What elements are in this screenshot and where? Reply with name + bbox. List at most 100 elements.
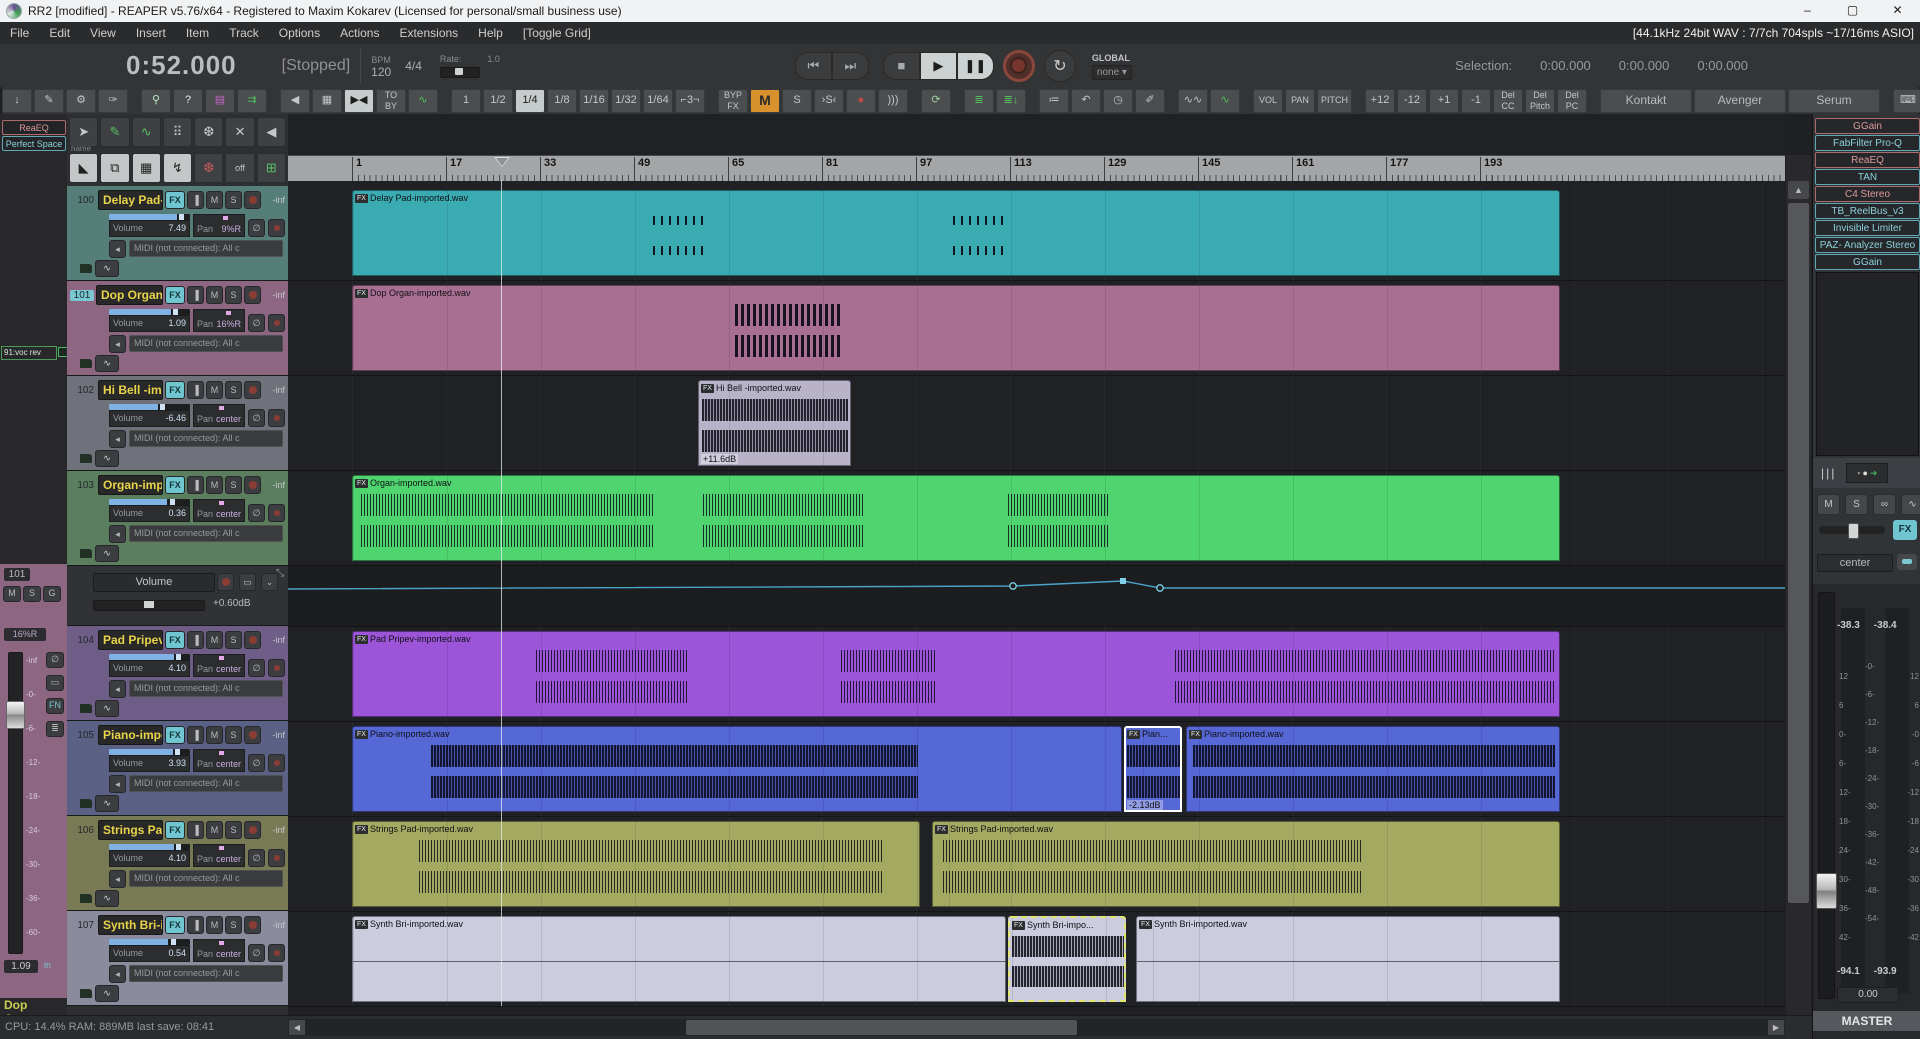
draw-pencil-icon[interactable]: ✎ [100,117,130,147]
item-list-icon[interactable]: ≔ [1039,88,1069,113]
arrange-row-track-101[interactable]: FX Dop Organ-imported.wav [288,281,1785,376]
strip-s-button[interactable]: S [23,586,41,602]
reverb-send-label[interactable]: 91:voc rev [1,346,57,360]
item-fx-badge[interactable]: FX [355,729,368,739]
brush-icon[interactable]: ✑ [98,88,128,113]
strip-volume-fader[interactable] [6,652,25,954]
mouse-mode-icon[interactable]: ➤ [69,117,99,147]
vertical-scrollbar[interactable]: ▲ [1786,155,1811,1015]
fx-off-icon[interactable]: ✕ [225,117,255,147]
strip-side-button-3[interactable]: ≣ [46,721,64,737]
arrange-view[interactable]: 1 17 33 49 65 81 97 113 129 145 161 177 193 FX Delay … [288,114,1785,1015]
master-S-button[interactable]: S [1845,494,1868,515]
track-monitor-button[interactable] [268,219,285,237]
track-input-select[interactable]: MIDI (not connected): All c [129,775,283,792]
waveform-normalize-icon[interactable]: ∿ [1210,88,1240,113]
item-fx-badge[interactable]: FX [355,824,368,834]
track-monitor-button[interactable] [268,504,285,522]
group-items-icon[interactable]: ≣ [964,88,994,113]
arrange-row-track-104[interactable]: FX Pad Pripev-imported.wav [288,627,1785,722]
unsolo-button[interactable]: ›S‹ [814,88,844,113]
master-gain-value[interactable]: 0.00 [1837,987,1899,1003]
track-mute-button[interactable]: M [206,726,223,744]
master-volume-fader[interactable] [1816,592,1837,999]
envelope-hide-button[interactable]: ▭ [239,573,256,591]
track-env-arm-button[interactable]: ◂ [109,870,126,888]
track-volume-slider[interactable] [109,844,191,850]
pause-button[interactable]: ❚❚ [956,51,994,80]
arrange-row-track-107[interactable]: FX Synth Bri-imported.wav FX Synth Bri-impo… [288,912,1785,1007]
menu-file[interactable]: File [0,22,39,44]
track-phase-button[interactable]: ∅ [248,754,265,772]
menu-options[interactable]: Options [269,22,330,44]
menu-track[interactable]: Track [219,22,269,44]
minus-1-button[interactable]: -1 [1461,88,1491,113]
strip-m-button[interactable]: M [3,586,21,602]
wrench-icon[interactable]: ⚙ [66,88,96,113]
grid-1-64[interactable]: 1/64 [643,88,673,113]
track-io-button[interactable]: ▐ [187,286,204,304]
item-fx-badge[interactable]: FX [355,288,368,298]
master-fx-button[interactable]: FX [1893,520,1917,540]
track-recarm-button[interactable] [244,916,261,934]
master-fader-cap[interactable] [1816,873,1837,909]
track-pan-control[interactable]: Pan center [193,499,245,522]
bpm-value[interactable]: 120 [371,66,391,78]
track-envelope-button[interactable]: ∿ [95,260,119,277]
track-number[interactable]: 103 [70,480,96,491]
master-fx-2[interactable]: ReaEQ [1815,152,1920,168]
track-name-button[interactable]: Piano-import [98,725,163,745]
track-name-button[interactable]: Strings Pad-i [98,820,163,840]
eraser-icon[interactable]: ✐ [1135,88,1165,113]
item-fx-badge[interactable]: FX [701,383,714,393]
media-item[interactable]: FX Pian... -2.13dB [1124,726,1182,812]
track-volume-slider[interactable] [109,654,191,660]
menu-extensions[interactable]: Extensions [389,22,468,44]
edit-cursor-marker[interactable] [494,157,510,175]
track-recarm-button[interactable] [244,726,261,744]
bypass-fx-button[interactable]: BYP FX [718,88,748,113]
save-icon[interactable]: ↓ [2,88,32,113]
track-name-button[interactable]: Synth Bri-imp [98,915,163,935]
track-recarm-button[interactable] [244,381,261,399]
track-envelope-button[interactable]: ∿ [95,355,119,372]
strip-side-button-0[interactable]: ∅ [46,652,64,668]
track-fx-button[interactable]: FX [165,726,185,744]
media-item[interactable]: FX Hi Bell -imported.wav +11.6dB [698,380,851,466]
master-fx-8[interactable]: GGain [1815,254,1920,270]
plus-1-button[interactable]: +1 [1429,88,1459,113]
track-mute-button[interactable]: M [206,631,223,649]
dock-left-icon[interactable]: ◀ [280,88,310,113]
rate-value[interactable]: 1.0 [487,54,500,64]
grid-1-32[interactable]: 1/32 [611,88,641,113]
dock-fx-reaeq[interactable]: ReaEQ [2,120,66,135]
item-fx-badge[interactable]: FX [935,824,948,834]
track-recarm-button[interactable] [244,476,261,494]
arrange-row-track-100[interactable]: FX Delay Pad-imported.wav [288,186,1785,281]
envelope-lane-row[interactable] [288,566,1785,627]
master-fx-3[interactable]: TAN [1815,169,1920,185]
track-envelope-button[interactable]: ∿ [95,700,119,717]
collapse-left-icon[interactable]: ◀ [256,117,286,147]
go-to-start-button[interactable]: ⏮ [794,51,832,80]
horizontal-scrollbar[interactable]: ◀ ▶ [288,1019,1785,1036]
routing-icon[interactable]: ↯ [162,153,193,183]
track-pan-control[interactable]: Pan 9%R [193,214,245,237]
track-env-arm-button[interactable]: ◂ [109,430,126,448]
menu-insert[interactable]: Insert [126,22,176,44]
strip-volume-value[interactable]: 1.09 [4,960,38,973]
track-phase-button[interactable]: ∅ [248,944,265,962]
track-pan-control[interactable]: Pan center [193,939,245,962]
track-input-select[interactable]: MIDI (not connected): All c [129,335,283,352]
track-solo-button[interactable]: S [225,191,242,209]
envelope-name-button[interactable]: Volume [93,573,215,592]
fader-cap[interactable] [6,701,25,729]
track-io-button[interactable]: ▐ [187,726,204,744]
track-monitor-button[interactable] [268,944,285,962]
master-fx-6[interactable]: Invisible Limiter [1815,220,1920,236]
track-fx-button[interactable]: FX [165,381,185,399]
media-item[interactable]: FX Strings Pad-imported.wav [352,821,920,907]
track-env-arm-button[interactable]: ◂ [109,775,126,793]
track-pan-control[interactable]: Pan center [193,749,245,772]
track-pan-control[interactable]: Pan center [193,844,245,867]
